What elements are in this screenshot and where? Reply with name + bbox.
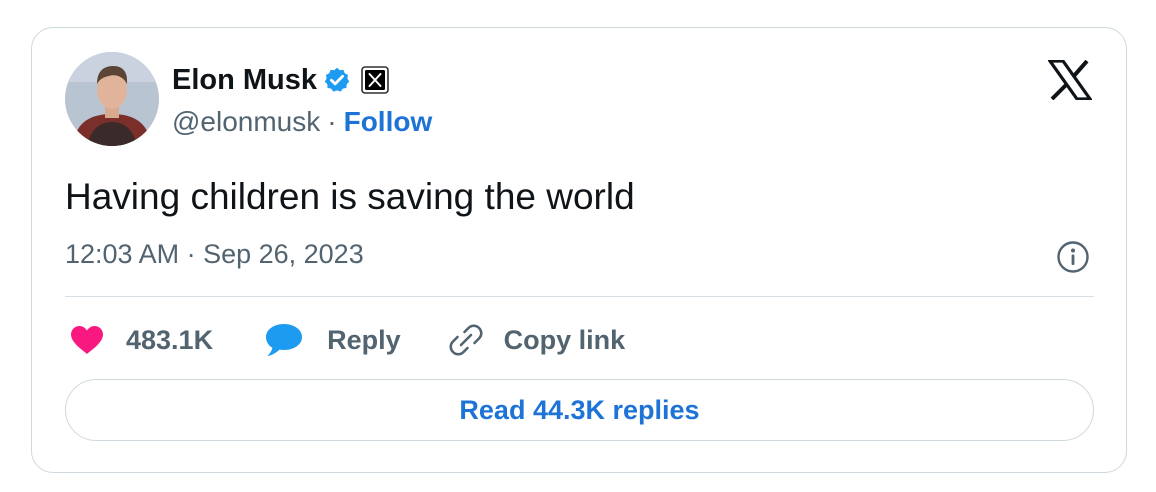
info-icon[interactable]: [1056, 240, 1090, 274]
copy-link-button[interactable]: Copy link: [448, 322, 626, 358]
heart-icon: [70, 325, 104, 355]
reply-button[interactable]: Reply: [265, 323, 401, 357]
avatar[interactable]: [65, 52, 159, 146]
avatar-image: [65, 52, 159, 146]
like-button[interactable]: 483.1K: [65, 325, 213, 356]
tweet-timestamp[interactable]: 12:03 AM · Sep 26, 2023: [65, 239, 364, 270]
separator-dot: ·: [327, 106, 337, 137]
x-badge-icon: [361, 66, 389, 94]
author-row: Elon Musk: [172, 61, 389, 99]
read-replies-button[interactable]: Read 44.3K replies: [65, 379, 1094, 441]
likes-count: 483.1K: [126, 324, 214, 355]
link-icon: [448, 322, 484, 358]
author-name[interactable]: Elon Musk: [172, 64, 317, 97]
copy-link-label: Copy link: [503, 324, 626, 355]
x-logo-icon[interactable]: [1048, 60, 1092, 100]
verified-badge-icon: [323, 66, 351, 94]
tweet-card: Elon Musk @elonmusk · Follow Having chil…: [31, 27, 1127, 473]
handle-row: @elonmusk · Follow: [172, 104, 432, 140]
reply-label: Reply: [327, 324, 401, 355]
speech-bubble-icon: [265, 323, 303, 357]
tweet-text: Having children is saving the world: [65, 176, 635, 217]
follow-link[interactable]: Follow: [344, 106, 433, 138]
author-handle[interactable]: @elonmusk: [172, 106, 320, 138]
action-bar: 483.1K Reply Copy link: [65, 318, 625, 362]
divider: [65, 296, 1094, 297]
